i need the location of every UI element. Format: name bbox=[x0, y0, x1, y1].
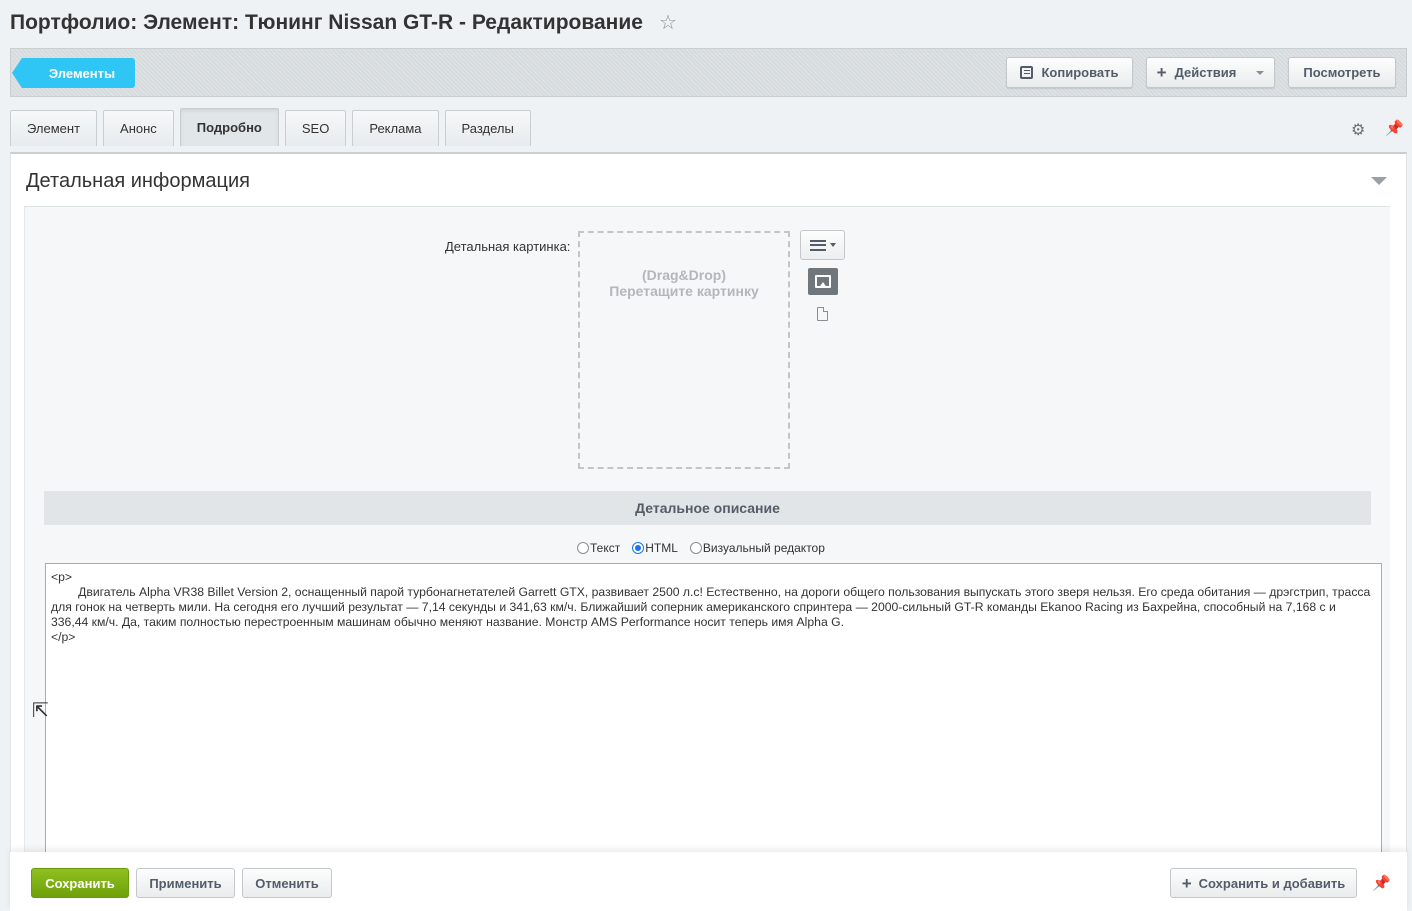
tab-label: Реклама bbox=[369, 121, 422, 136]
save-button[interactable]: Сохранить bbox=[31, 868, 129, 898]
tab-element[interactable]: Элемент bbox=[10, 110, 98, 146]
tab-label: Элемент bbox=[27, 121, 81, 136]
tab-label: Подробно bbox=[196, 120, 262, 135]
section-title: Детальная информация bbox=[26, 170, 250, 192]
mode-text[interactable]: Текст bbox=[577, 541, 620, 555]
cancel-button[interactable]: Отменить bbox=[242, 868, 332, 898]
pin-icon[interactable]: 📌 bbox=[1385, 119, 1404, 137]
mode-label: Визуальный редактор bbox=[702, 541, 825, 555]
save-and-add-label: Сохранить и добавить bbox=[1198, 875, 1346, 891]
collapse-icon[interactable] bbox=[1371, 177, 1387, 185]
dropzone-hint: Перетащите картинку bbox=[609, 283, 759, 299]
mouse-cursor-icon: ⇱ bbox=[32, 700, 49, 722]
image-icon bbox=[815, 275, 831, 288]
footer-bar: Сохранить Применить Отменить + Сохранить… bbox=[10, 852, 1407, 911]
apply-label: Применить bbox=[149, 875, 222, 891]
tab-seo[interactable]: SEO bbox=[284, 110, 347, 146]
menu-icon bbox=[809, 239, 826, 251]
mode-visual[interactable]: Визуальный редактор bbox=[689, 541, 825, 555]
details-form: Детальная картинка: (Drag&Drop) Перетащи… bbox=[24, 206, 1390, 867]
view-label: Посмотреть bbox=[1303, 65, 1381, 80]
back-to-elements-button[interactable]: Элементы bbox=[12, 58, 135, 88]
tab-label: SEO bbox=[301, 121, 330, 136]
gear-icon[interactable]: ⚙ bbox=[1351, 120, 1365, 140]
mode-html[interactable]: HTML bbox=[632, 541, 678, 555]
tab-announce[interactable]: Анонс bbox=[103, 110, 174, 146]
copy-label: Копировать bbox=[1041, 65, 1119, 80]
tab-details[interactable]: Подробно bbox=[179, 108, 279, 146]
radio-html[interactable] bbox=[632, 542, 645, 554]
apply-button[interactable]: Применить bbox=[136, 868, 235, 898]
mode-label: Текст bbox=[590, 541, 621, 555]
plus-icon: + bbox=[1181, 873, 1192, 893]
description-editor[interactable]: <p> Двигатель Alpha VR38 Billet Version … bbox=[45, 563, 1382, 867]
page-title: Портфолио: Элемент: Тюнинг Nissan GT-R -… bbox=[10, 10, 677, 35]
editor-mode-switch: Текст HTML Визуальный редактор bbox=[577, 541, 837, 555]
radio-text[interactable] bbox=[577, 542, 589, 554]
picture-dropzone[interactable]: (Drag&Drop) Перетащите картинку bbox=[578, 231, 790, 469]
star-icon[interactable]: ☆ bbox=[659, 10, 677, 35]
save-and-add-button[interactable]: + Сохранить и добавить bbox=[1170, 868, 1357, 898]
file-icon[interactable] bbox=[817, 307, 828, 321]
page-title-text: Портфолио: Элемент: Тюнинг Nissan GT-R -… bbox=[10, 10, 643, 34]
description-header: Детальное описание bbox=[44, 491, 1371, 525]
tab-label: Анонс bbox=[120, 121, 157, 136]
actions-button[interactable]: + Действия bbox=[1146, 57, 1275, 88]
chevron-down-icon bbox=[1256, 70, 1265, 75]
tab-label: Разделы bbox=[461, 121, 514, 136]
toolbar: Элементы Копировать + Действия Посмотрет… bbox=[10, 48, 1407, 97]
image-upload-button[interactable] bbox=[808, 268, 838, 295]
plus-icon: + bbox=[1156, 63, 1167, 82]
tab-sections[interactable]: Разделы bbox=[444, 110, 531, 146]
chevron-down-icon bbox=[829, 243, 836, 247]
radio-visual[interactable] bbox=[689, 542, 702, 554]
detail-picture-label: Детальная картинка: bbox=[445, 239, 571, 254]
mode-label: HTML bbox=[645, 541, 678, 555]
picture-menu-button[interactable] bbox=[800, 230, 845, 260]
copy-icon bbox=[1020, 66, 1034, 79]
tab-advertising[interactable]: Реклама bbox=[352, 110, 439, 146]
tab-bar: Элемент Анонс Подробно SEO Реклама Разде… bbox=[10, 108, 531, 146]
pin-icon[interactable]: 📌 bbox=[1372, 874, 1391, 892]
view-button[interactable]: Посмотреть bbox=[1288, 57, 1396, 88]
details-panel: Детальная информация Детальная картинка:… bbox=[10, 152, 1407, 867]
cancel-label: Отменить bbox=[255, 875, 319, 891]
dropzone-hint: (Drag&Drop) bbox=[642, 267, 726, 283]
save-label: Сохранить bbox=[45, 875, 115, 891]
copy-button[interactable]: Копировать bbox=[1006, 57, 1133, 88]
actions-label: Действия bbox=[1174, 65, 1237, 80]
back-to-elements-label: Элементы bbox=[48, 65, 116, 81]
